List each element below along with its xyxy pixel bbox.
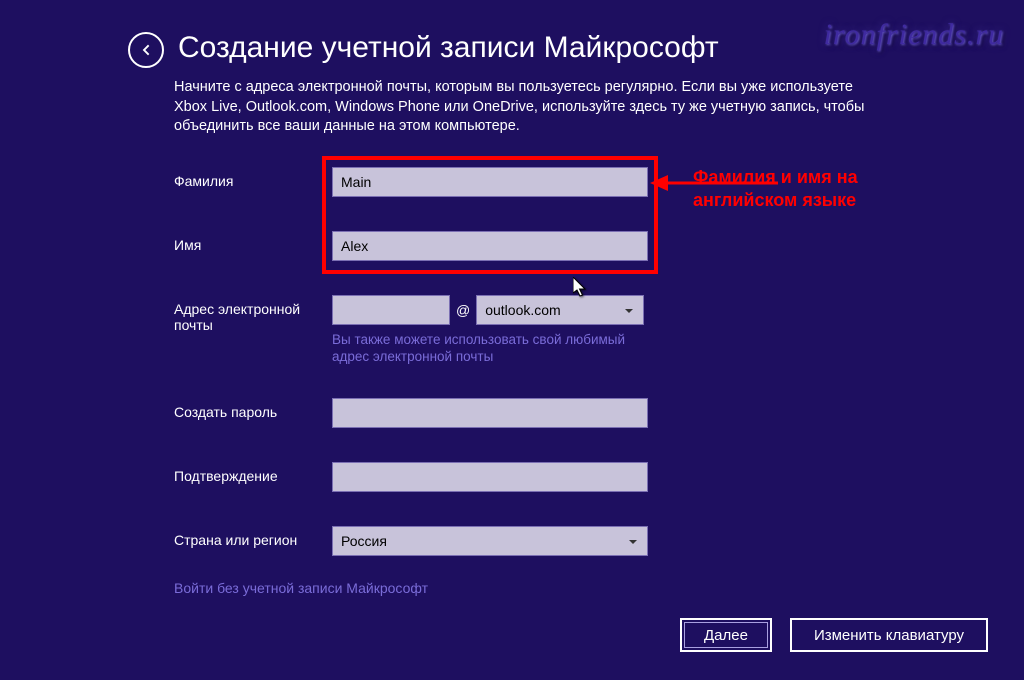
back-button[interactable] xyxy=(128,32,164,68)
email-hint-link[interactable]: Вы также можете использовать свой любимы… xyxy=(332,331,648,366)
page-title: Создание учетной записи Майкрософт xyxy=(178,31,719,65)
email-domain-value: outlook.com xyxy=(485,302,560,318)
at-symbol: @ xyxy=(456,302,470,318)
password-label: Создать пароль xyxy=(174,398,332,421)
chevron-down-icon xyxy=(623,304,635,316)
email-domain-select[interactable]: outlook.com xyxy=(476,295,644,325)
confirm-password-input[interactable] xyxy=(332,462,648,492)
confirm-label: Подтверждение xyxy=(174,462,332,485)
country-label: Страна или регион xyxy=(174,526,332,549)
firstname-input[interactable] xyxy=(332,231,648,261)
password-input[interactable] xyxy=(332,398,648,428)
lastname-input[interactable] xyxy=(332,167,648,197)
change-keyboard-button[interactable]: Изменить клавиатуру xyxy=(790,618,988,652)
next-button[interactable]: Далее xyxy=(680,618,772,652)
country-select[interactable]: Россия xyxy=(332,526,648,556)
page-description: Начните с адреса электронной почты, кото… xyxy=(174,78,874,137)
firstname-label: Имя xyxy=(174,231,332,254)
signin-without-link[interactable]: Войти без учетной записи Майкрософт xyxy=(174,580,888,596)
chevron-down-icon xyxy=(627,535,639,547)
lastname-label: Фамилия xyxy=(174,167,332,190)
country-value: Россия xyxy=(341,533,387,549)
email-label: Адрес электронной почты xyxy=(174,295,332,335)
email-local-input[interactable] xyxy=(332,295,450,325)
